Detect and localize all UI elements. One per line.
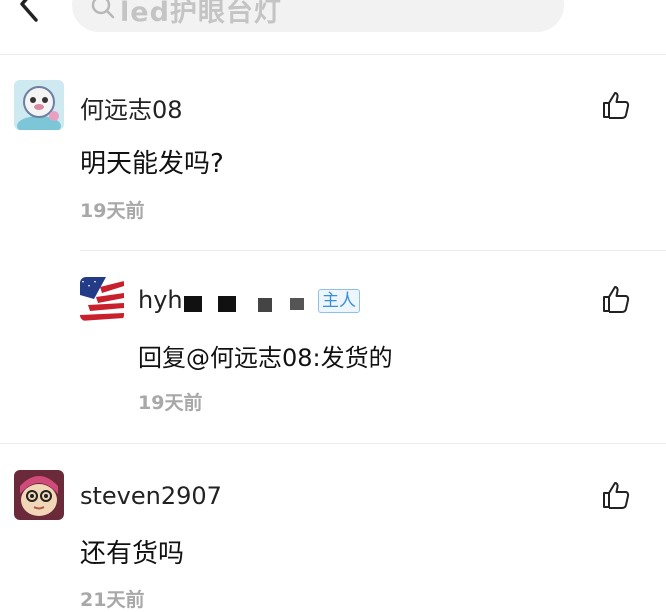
search-icon <box>91 0 115 19</box>
chevron-left-icon <box>20 0 38 22</box>
thumbs-up-icon <box>603 482 630 509</box>
avatar[interactable] <box>80 277 124 321</box>
avatar[interactable] <box>14 470 64 520</box>
like-button[interactable] <box>601 90 631 120</box>
seal-avatar-icon <box>14 80 64 130</box>
redacted-name-block <box>218 296 236 312</box>
thumbs-up-icon <box>603 286 630 313</box>
flag-avatar-icon <box>80 277 124 321</box>
comment-username[interactable]: steven2907 <box>80 482 222 510</box>
search-input[interactable]: led护眼台灯 <box>72 0 564 32</box>
header-divider <box>0 54 666 55</box>
comment-text: 还有货吗 <box>80 539 185 569</box>
more-options-button[interactable] <box>596 0 640 12</box>
like-button[interactable] <box>601 284 631 314</box>
top-bar: led护眼台灯 <box>0 0 666 52</box>
comment-text: 明天能发吗? <box>80 149 224 179</box>
like-button[interactable] <box>601 480 631 510</box>
search-query-text: led护眼台灯 <box>120 0 282 28</box>
back-button[interactable] <box>12 0 48 26</box>
comment-time: 19天前 <box>80 200 145 222</box>
comment-username[interactable]: 何远志08 <box>80 90 183 125</box>
thumbs-up-icon <box>603 92 630 119</box>
redacted-name-block <box>184 296 202 312</box>
reply-text: 回复@何远志08:发货的 <box>138 344 393 372</box>
reply-divider <box>80 250 666 251</box>
comment-time: 21天前 <box>80 589 145 611</box>
reply-username[interactable]: hyh <box>138 286 183 314</box>
redacted-name-block <box>290 298 304 310</box>
avatar[interactable] <box>14 80 64 130</box>
character-avatar-icon <box>14 470 64 520</box>
reply-time: 19天前 <box>138 392 203 414</box>
redacted-name-block <box>258 298 272 312</box>
comment-divider <box>0 443 666 444</box>
owner-badge: 主人 <box>318 289 360 313</box>
